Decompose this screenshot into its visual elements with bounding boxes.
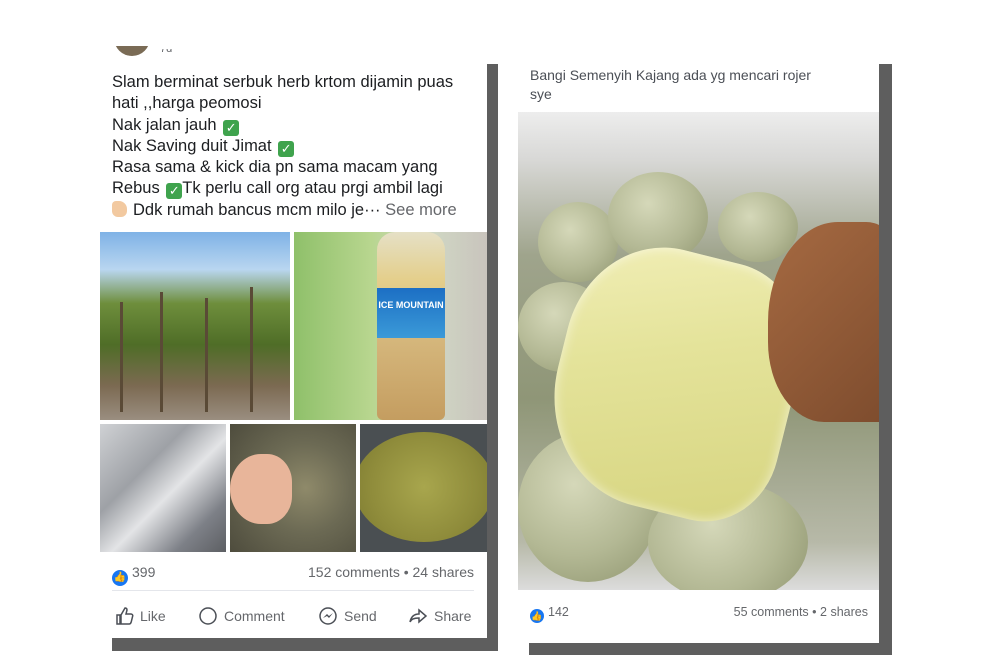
bottle-label: ICE MOUNTAIN: [377, 288, 445, 338]
check-mark-icon: ✓: [223, 119, 240, 136]
tree-trunk: [205, 298, 208, 412]
post-text: Bangi Semenyih Kajang ada yg mencari roj…: [530, 66, 870, 104]
shares-count[interactable]: 24 shares: [413, 564, 474, 580]
avatar[interactable]: [114, 46, 150, 56]
share-button[interactable]: Share: [408, 606, 471, 626]
tree-trunk: [250, 287, 253, 412]
comment-label: Comment: [224, 608, 285, 624]
post-text-line: Rebus ✓ Tk perlu call org atau prgi ambil…: [112, 178, 478, 200]
reaction-summary[interactable]: 👍 399: [112, 564, 156, 586]
reactions-row: 👍 142 55 comments • 2 shares: [530, 605, 868, 623]
share-arrow-icon: [409, 608, 428, 624]
post-text-line: Nak jalan jauh ✓: [112, 115, 478, 136]
post-text-fragment: Tk perlu call org atau prgi ambil lagi: [182, 179, 443, 198]
post-text-line: Nak Saving duit Jimat ✓: [112, 136, 478, 157]
right-post-card: Bangi Semenyih Kajang ada yg mencari roj…: [518, 54, 879, 643]
photo-hand-powder[interactable]: [230, 424, 356, 552]
see-more-link[interactable]: See more: [385, 201, 457, 219]
stats-separator: •: [812, 605, 817, 619]
like-label: Like: [140, 608, 166, 624]
stats-separator: •: [403, 564, 409, 580]
engagement-stats: 152 comments • 24 shares: [308, 564, 474, 580]
like-button[interactable]: Like: [114, 606, 166, 626]
photo-foil-packets[interactable]: [100, 424, 226, 552]
share-label: Share: [434, 608, 472, 624]
post-text-line: Rasa sama & kick dia pn sama macam yang: [112, 158, 438, 177]
reactions-row: 👍 399 152 comments • 24 shares: [112, 564, 474, 586]
comment-button[interactable]: Comment: [198, 606, 285, 626]
comments-count[interactable]: 55 comments: [734, 605, 809, 619]
messenger-icon: [319, 607, 337, 625]
post-text-line: Ddk rumah bancus mcm milo je··· See more: [112, 200, 478, 221]
post-text-line: Bangi Semenyih Kajang ada yg mencari roj…: [530, 67, 811, 83]
photo-tree-plantation[interactable]: [100, 232, 290, 420]
post-text-line: Slam berminat serbuk herb krtom dijamin …: [112, 73, 454, 91]
photo-drink-bottle[interactable]: ICE MOUNTAIN: [294, 232, 487, 420]
check-mark-icon: ✓: [278, 140, 295, 157]
reaction-count: 399: [132, 564, 156, 580]
hand-emoji-icon: [112, 200, 127, 217]
tree-trunk: [160, 292, 163, 412]
reaction-count: 142: [548, 605, 569, 619]
hand: [230, 454, 292, 524]
left-post-card: 7d Slam berminat serbuk herb krtom dijam…: [100, 30, 487, 638]
post-text: Slam berminat serbuk herb krtom dijamin …: [112, 72, 478, 221]
post-text-fragment: Nak Saving duit Jimat: [112, 136, 272, 155]
packet: [718, 192, 798, 262]
post-text-fragment: Ddk rumah bancus mcm milo je···: [133, 200, 381, 219]
post-text-fragment: Nak jalan jauh: [112, 115, 217, 134]
powder: [360, 432, 487, 542]
reaction-summary[interactable]: 👍 142: [530, 605, 569, 623]
post-text-line: sye: [530, 86, 552, 102]
photo-bag-in-icebox[interactable]: [518, 112, 879, 590]
post-text-fragment: Rebus: [112, 179, 160, 198]
thumbs-up-icon: 👍: [112, 570, 128, 586]
thumbs-up-icon: 👍: [530, 609, 544, 623]
check-mark-icon: ✓: [166, 183, 183, 200]
comments-count[interactable]: 152 comments: [308, 564, 400, 580]
photo-bowl-powder[interactable]: [360, 424, 487, 552]
thumbs-up-icon: [116, 607, 134, 625]
engagement-stats: 55 comments • 2 shares: [734, 605, 868, 619]
tree-trunk: [120, 302, 123, 412]
post-text-line: hati ,,harga peomosi: [112, 94, 262, 113]
comment-bubble-icon: [199, 607, 217, 625]
divider: [112, 590, 474, 591]
post-time: 7d: [160, 43, 173, 55]
send-label: Send: [344, 608, 377, 624]
action-bar: Like Comment Send Share: [114, 606, 476, 628]
shares-count[interactable]: 2 shares: [820, 605, 868, 619]
send-button[interactable]: Send: [318, 606, 377, 626]
